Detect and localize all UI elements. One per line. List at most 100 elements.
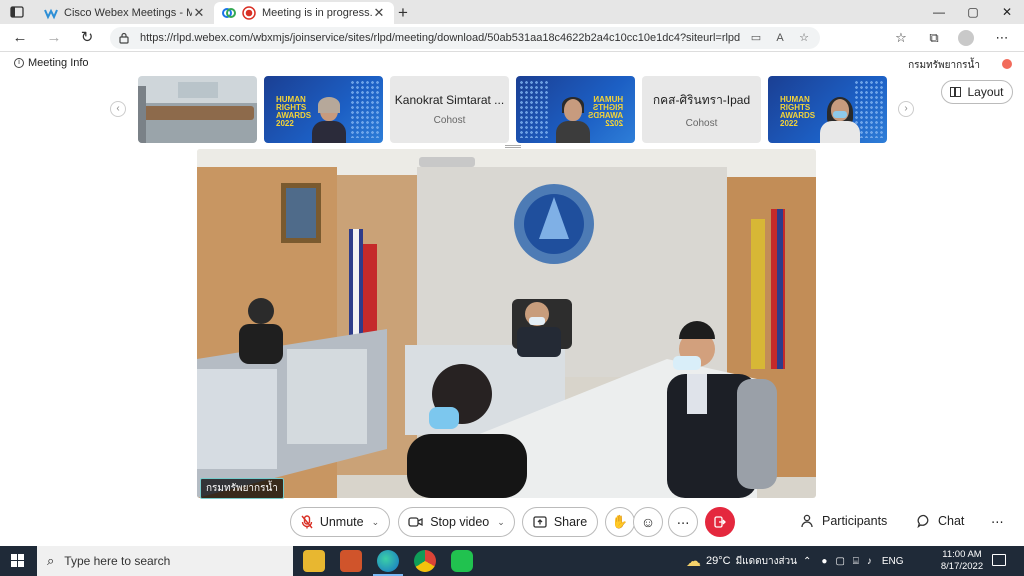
read-aloud-icon[interactable]: A [772,30,788,46]
reactions-button[interactable]: ☺ [633,507,663,537]
raise-hand-button[interactable]: ✋ [605,507,635,537]
leave-meeting-button[interactable] [705,507,735,537]
search-placeholder: Type here to search [64,554,171,568]
refresh-icon[interactable]: ↻ [77,28,97,48]
room-wall [138,86,146,143]
weather-widget[interactable]: ☁ 29°C มีแดดบางส่วน [686,546,797,576]
tab-actions-icon[interactable] [10,5,24,19]
participant-person [312,97,346,143]
share-button[interactable]: Share [522,507,598,537]
file-explorer-icon[interactable] [303,550,325,572]
collections-icon[interactable]: ⧉ [925,29,943,47]
chat-button[interactable]: Chat [917,514,964,528]
participants-button[interactable]: Participants [801,514,887,528]
forward-arrow-icon[interactable]: → [44,28,64,48]
camera-icon[interactable]: ▭ [748,30,764,46]
participant-tile-award-3[interactable]: HUMAN RIGHTS AWARDS 2022 [768,76,887,143]
address-bar: ← → ↻ https://rlpd.webex.com/wbxmjs/join… [0,24,1024,52]
input-language[interactable]: ENG [882,556,904,567]
edge-browser-icon[interactable] [373,550,403,576]
search-icon: ⌕ [47,553,55,568]
info-icon: i [14,58,24,68]
close-window-button[interactable]: ✕ [990,0,1024,24]
participant-name: กคส-ศิรินทรา-Ipad [652,92,751,107]
notification-center-icon[interactable] [992,554,1006,566]
volume-icon[interactable]: ♪ [867,556,872,567]
webex-logo-icon [222,8,236,18]
participant-person [556,97,590,143]
participant-role: Cohost [685,117,718,129]
award-pattern [519,80,549,138]
participant-tile-award-1[interactable]: HUMAN RIGHTS AWARDS 2022 [264,76,383,143]
share-screen-icon [533,516,547,528]
award-text-mirrored: HUMAN RIGHTS AWARDS 2022 [587,95,623,128]
self-status-icon[interactable] [1002,59,1012,69]
active-speaker-label: กรมทรัพยากรน้ำ [200,478,284,499]
self-display-name: กรมทรัพยากรน้ำ [908,60,980,71]
microphone-tray-icon[interactable]: ● [821,556,827,567]
tab-webex-meetings[interactable]: Cisco Webex Meetings - Meeting ✕ [36,2,214,24]
participant-tile-award-2[interactable]: HUMAN RIGHTS AWARDS 2022 [516,76,635,143]
more-dots-icon: ⋯ [991,515,1004,529]
layout-label: Layout [967,85,1004,99]
more-dots-icon: ⋯ [676,515,690,530]
resize-handle[interactable] [505,145,521,148]
chevron-down-icon[interactable]: ⌄ [497,517,505,528]
room-table [142,106,254,120]
participant-tile-kanokrat[interactable]: Kanokrat Simtarat ... Cohost [390,76,509,143]
back-arrow-icon[interactable]: ← [10,28,30,48]
tab-meeting-in-progress[interactable]: Meeting is in progress... ✕ [214,2,394,24]
url-field[interactable]: https://rlpd.webex.com/wbxmjs/joinservic… [110,27,820,49]
window-controls: — ▢ ✕ [922,0,1024,24]
participant-tile-sirintra[interactable]: กคส-ศิรินทรา-Ipad Cohost [642,76,761,143]
minimize-button[interactable]: — [922,0,956,24]
clock-time: 11:00 AM [942,549,982,560]
tray-expand-icon[interactable]: ⌃ [803,556,811,567]
profile-avatar-icon[interactable] [958,30,974,46]
more-panels-button[interactable]: ⋯ [991,514,1004,529]
more-options-button[interactable]: ⋯ [668,507,698,537]
video-camera-icon [408,517,423,527]
windows-taskbar: ⌕ Type here to search ☁ 29°C มีแดดบางส่ว… [0,546,1024,576]
meeting-info-button[interactable]: i Meeting Info [14,57,89,69]
chat-label: Chat [938,514,965,528]
unmute-button[interactable]: Unmute ⌄ [290,507,390,537]
layout-button[interactable]: Layout [941,80,1013,104]
browser-tab-strip: Cisco Webex Meetings - Meeting ✕ Meeting… [0,0,1024,24]
system-tray: ⌃ ● ▢ ⌸ ♪ ENG [803,546,904,576]
chevron-down-icon[interactable]: ⌄ [372,517,380,528]
url-text: https://rlpd.webex.com/wbxmjs/joinservic… [140,32,740,44]
taskbar-search-field[interactable]: ⌕ Type here to search [37,546,293,576]
network-icon[interactable]: ⌸ [853,556,859,567]
leave-icon [714,516,726,528]
participant-tile-room[interactable] [138,76,257,143]
participants-label: Participants [822,514,888,528]
layout-icon [950,87,962,97]
favorite-star-icon[interactable]: ☆ [796,30,812,46]
participant-role: Cohost [433,115,466,126]
muted-mic-icon [301,515,313,529]
office-icon[interactable] [340,550,362,572]
close-tab-icon[interactable]: ✕ [192,5,206,21]
taskbar-clock[interactable]: 11:00 AM 8/17/2022 [940,549,984,573]
strip-scroll-right-icon[interactable]: › [898,101,914,117]
stop-video-button[interactable]: Stop video ⌄ [398,507,515,537]
tab-title: Cisco Webex Meetings - Meeting [64,7,192,19]
maximize-button[interactable]: ▢ [956,0,990,24]
smiley-icon: ☺ [640,514,656,530]
new-tab-button[interactable]: + [398,3,408,23]
windows-start-icon[interactable] [11,554,25,568]
meet-now-icon[interactable]: ▢ [835,556,844,567]
strip-scroll-left-icon[interactable]: ‹ [110,101,126,117]
main-video-feed[interactable] [197,149,816,498]
conference-room-scene [197,149,816,498]
favorites-icon[interactable]: ☆ [892,29,910,47]
chrome-icon[interactable] [414,550,436,572]
close-tab-icon[interactable]: ✕ [372,5,386,21]
award-text: HUMAN RIGHTS AWARDS 2022 [276,95,312,128]
more-menu-icon[interactable]: ⋯ [993,29,1011,47]
lock-icon[interactable] [118,32,130,44]
participants-icon [801,514,813,528]
line-app-icon[interactable] [451,550,473,572]
participant-person [820,97,860,143]
